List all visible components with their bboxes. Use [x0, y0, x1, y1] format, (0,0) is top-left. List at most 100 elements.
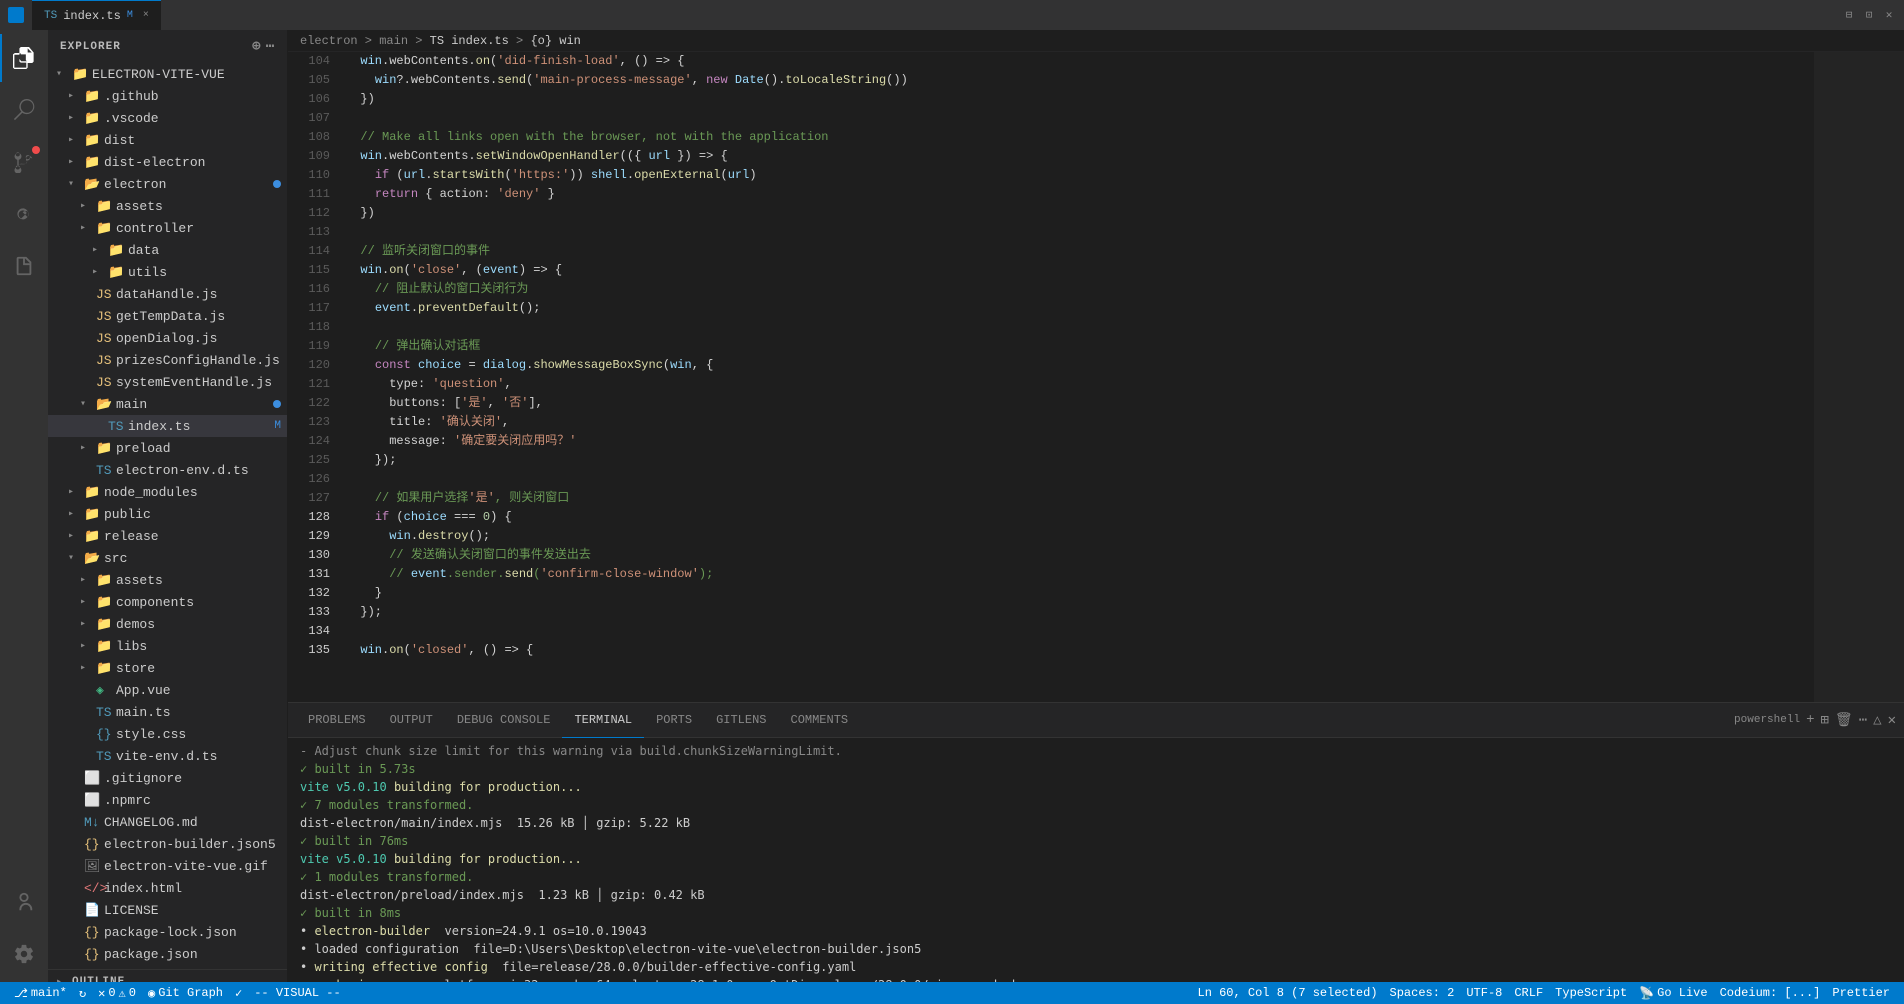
sidebar-item-public[interactable]: ▸ 📁 public	[48, 503, 287, 525]
sync-status[interactable]: ↻	[73, 986, 92, 1001]
activity-extensions[interactable]	[0, 242, 48, 290]
error-icon: ✕	[98, 986, 105, 1001]
sidebar-item-package-lock[interactable]: {} package-lock.json	[48, 921, 287, 943]
activity-explorer[interactable]	[0, 34, 48, 82]
encoding-status[interactable]: UTF-8	[1460, 986, 1508, 1000]
sidebar-item-electron-builder[interactable]: {} electron-builder.json5	[48, 833, 287, 855]
errors-status[interactable]: ✕ 0 ⚠ 0	[92, 986, 142, 1001]
sidebar-item-opendialog[interactable]: JS openDialog.js	[48, 327, 287, 349]
more-button[interactable]: ⋯	[1859, 712, 1867, 729]
maximize-button[interactable]: ⊡	[1862, 8, 1876, 22]
sidebar-item-style-css[interactable]: {} style.css	[48, 723, 287, 745]
sidebar-item-src[interactable]: ▾ 📂 src	[48, 547, 287, 569]
titlebar-actions: ⊟ ⊡ ✕	[1842, 8, 1896, 22]
sidebar-item-gitignore[interactable]: ⬜ .gitignore	[48, 767, 287, 789]
code-content[interactable]: win.webContents.on('did-finish-load', ()…	[338, 52, 1814, 702]
sidebar-item-store[interactable]: ▸ 📁 store	[48, 657, 287, 679]
tab-problems[interactable]: PROBLEMS	[296, 703, 378, 738]
sidebar-item-package-json[interactable]: {} package.json	[48, 943, 287, 965]
git-graph-status[interactable]: ◉ Git Graph	[142, 986, 229, 1001]
sidebar-item-main[interactable]: ▾ 📂 main	[48, 393, 287, 415]
split-terminal-button[interactable]: ⊞	[1820, 712, 1828, 729]
sidebar-item-components[interactable]: ▸ 📁 components	[48, 591, 287, 613]
minimize-button[interactable]: ⊟	[1842, 8, 1856, 22]
maximize-panel-button[interactable]: △	[1873, 712, 1881, 729]
go-live-status[interactable]: 📡 Go Live	[1633, 986, 1713, 1001]
sidebar-item-utils[interactable]: ▸ 📁 utils	[48, 261, 287, 283]
trash-button[interactable]: 🗑	[1835, 712, 1853, 729]
sidebar-item-label: package.json	[104, 947, 198, 962]
terminal-content[interactable]: - Adjust chunk size limit for this warni…	[288, 738, 1904, 982]
line-ending-status[interactable]: CRLF	[1508, 986, 1549, 1000]
activity-accounts[interactable]	[0, 878, 48, 926]
sidebar-item-src-assets[interactable]: ▸ 📁 assets	[48, 569, 287, 591]
sidebar-item-electron-env[interactable]: TS electron-env.d.ts	[48, 459, 287, 481]
tab-debug-console[interactable]: DEBUG CONSOLE	[445, 703, 563, 738]
sidebar-item-release[interactable]: ▸ 📁 release	[48, 525, 287, 547]
editor-tab-index-ts[interactable]: TS index.ts M ×	[32, 0, 161, 30]
sidebar-item-gettempdata[interactable]: JS getTempData.js	[48, 305, 287, 327]
sidebar-item-datahandle[interactable]: JS dataHandle.js	[48, 283, 287, 305]
close-button[interactable]: ✕	[1882, 8, 1896, 22]
new-terminal-button[interactable]: +	[1806, 712, 1814, 728]
sidebar-item-dist[interactable]: ▸ 📁 dist	[48, 129, 287, 151]
tab-close-button[interactable]: ×	[143, 10, 149, 21]
new-file-button[interactable]: ⊕	[252, 38, 261, 55]
activity-source-control[interactable]	[0, 138, 48, 186]
sidebar-item-index-html[interactable]: </> index.html	[48, 877, 287, 899]
sidebar-item-preload[interactable]: ▸ 📁 preload	[48, 437, 287, 459]
tab-ports[interactable]: PORTS	[644, 703, 704, 738]
sidebar: EXPLORER ⊕ ⋯ ▾ 📁 ELECTRON-VITE-VUE ▸ 📁 .…	[48, 30, 288, 982]
sidebar-item-label: openDialog.js	[116, 331, 217, 346]
tab-modified-badge: M	[127, 10, 133, 21]
visual-mode-status[interactable]: -- VISUAL --	[248, 986, 346, 1000]
sidebar-item-index-ts[interactable]: TS index.ts M	[48, 415, 287, 437]
git-branch-status[interactable]: ⎇ main*	[8, 986, 73, 1001]
tab-terminal[interactable]: TERMINAL	[562, 703, 644, 738]
sidebar-item-node-modules[interactable]: ▸ 📁 node_modules	[48, 481, 287, 503]
activity-settings[interactable]	[0, 930, 48, 978]
position-status[interactable]: Ln 60, Col 8 (7 selected)	[1192, 986, 1384, 1000]
code-editor[interactable]: 1041051061071081091101111121131141151161…	[288, 52, 1904, 702]
spaces-status[interactable]: Spaces: 2	[1384, 986, 1461, 1000]
sidebar-item-dist-electron[interactable]: ▸ 📁 dist-electron	[48, 151, 287, 173]
sidebar-item-demos[interactable]: ▸ 📁 demos	[48, 613, 287, 635]
ts-file-icon: TS	[108, 419, 124, 434]
sidebar-item-label: index.html	[104, 881, 182, 896]
sidebar-item-assets[interactable]: ▸ 📁 assets	[48, 195, 287, 217]
sidebar-item-app-vue[interactable]: ◈ App.vue	[48, 679, 287, 701]
tab-gitlens[interactable]: GITLENS	[704, 703, 778, 738]
sidebar-item-label: systemEventHandle.js	[116, 375, 272, 390]
prettier-status[interactable]: Prettier	[1826, 986, 1896, 1000]
sidebar-item-outline[interactable]: ▸ OUTLINE	[48, 969, 287, 982]
activity-run-debug[interactable]	[0, 190, 48, 238]
sidebar-item-label: store	[116, 661, 155, 676]
sidebar-item-label: dataHandle.js	[116, 287, 217, 302]
sidebar-item-libs[interactable]: ▸ 📁 libs	[48, 635, 287, 657]
close-panel-button[interactable]: ✕	[1888, 712, 1896, 729]
minimap	[1814, 52, 1904, 702]
sidebar-item-github[interactable]: ▸ 📁 .github	[48, 85, 287, 107]
language-status[interactable]: TypeScript	[1549, 986, 1633, 1000]
sidebar-item-gif[interactable]: 🖼 electron-vite-vue.gif	[48, 855, 287, 877]
sidebar-item-npmrc[interactable]: ⬜ .npmrc	[48, 789, 287, 811]
sidebar-item-electron[interactable]: ▾ 📂 electron	[48, 173, 287, 195]
more-actions-button[interactable]: ⋯	[266, 38, 275, 55]
sidebar-item-systemevent[interactable]: JS systemEventHandle.js	[48, 371, 287, 393]
sidebar-item-license[interactable]: 📄 LICENSE	[48, 899, 287, 921]
tab-output[interactable]: OUTPUT	[378, 703, 445, 738]
sidebar-item-vite-env[interactable]: TS vite-env.d.ts	[48, 745, 287, 767]
sidebar-item-controller[interactable]: ▸ 📁 controller	[48, 217, 287, 239]
sidebar-item-label: electron	[104, 177, 166, 192]
sidebar-item-label: node_modules	[104, 485, 198, 500]
codeium-status[interactable]: Codeium: [...]	[1714, 986, 1827, 1000]
sidebar-item-prizesconfig[interactable]: JS prizesConfigHandle.js	[48, 349, 287, 371]
sidebar-item-main-ts[interactable]: TS main.ts	[48, 701, 287, 723]
checkmark-status[interactable]: ✓	[229, 986, 248, 1001]
sidebar-item-root[interactable]: ▾ 📁 ELECTRON-VITE-VUE	[48, 63, 287, 85]
activity-search[interactable]	[0, 86, 48, 134]
sidebar-item-vscode[interactable]: ▸ 📁 .vscode	[48, 107, 287, 129]
sidebar-item-changelog[interactable]: M↓ CHANGELOG.md	[48, 811, 287, 833]
tab-comments[interactable]: COMMENTS	[779, 703, 861, 738]
sidebar-item-data[interactable]: ▸ 📁 data	[48, 239, 287, 261]
